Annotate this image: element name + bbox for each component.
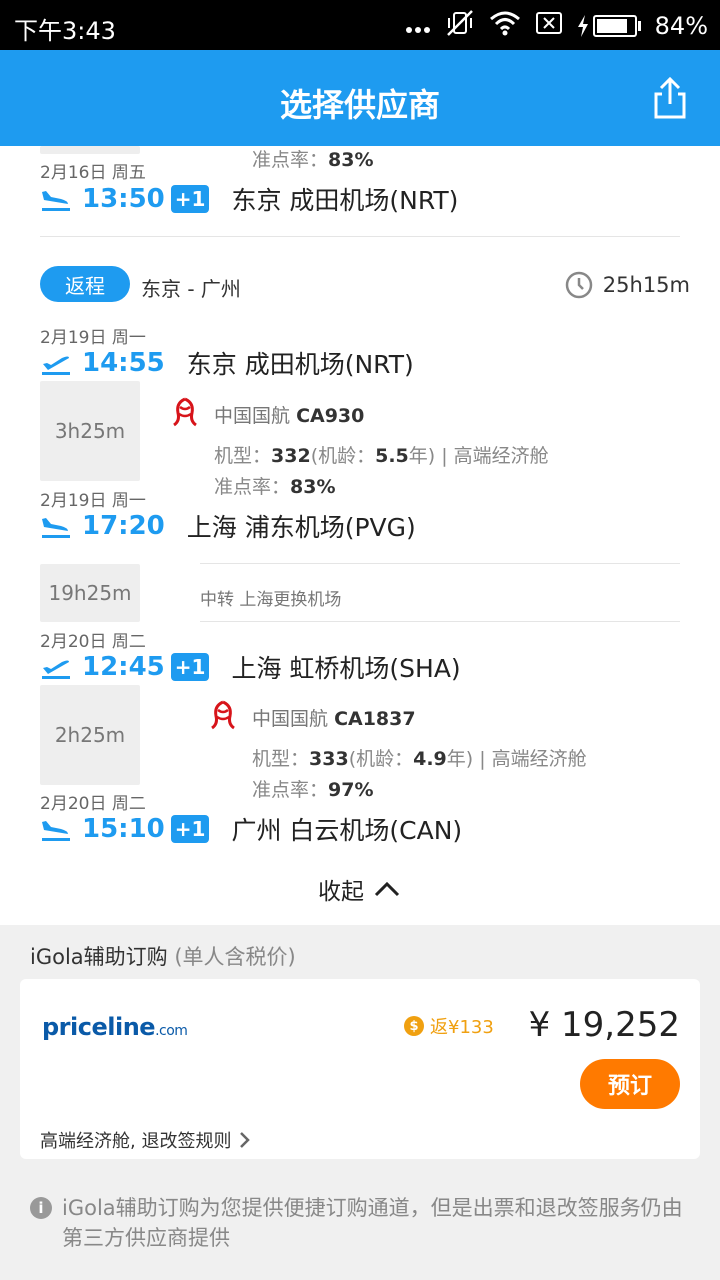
day-offset-badge: +1 — [170, 815, 210, 843]
divider — [200, 621, 680, 622]
seg2-dep-row: 12:45 +1 上海 虹桥机场(SHA) — [40, 649, 461, 685]
seg1-aircraft: 机型：332(机龄：5.5年) | 高端经济舱 — [214, 445, 549, 467]
status-bar: 下午3:43 84% — [0, 0, 720, 50]
vendor-price: ¥ 19,252 — [528, 1005, 680, 1045]
seg2-aircraft: 机型：333(机龄：4.9年) | 高端经济舱 — [252, 748, 587, 770]
booking-section-title: iGola辅助订购 (单人含税价) — [30, 945, 296, 969]
page-title: 选择供应商 — [279, 86, 440, 124]
plane-landing-icon — [42, 191, 70, 211]
seg2-dep-time: 12:45 — [82, 652, 165, 682]
return-tag: 返程 — [40, 266, 130, 302]
seg1-airline: 中国国航 CA930 — [214, 405, 365, 427]
collapse-label: 收起 — [318, 879, 364, 905]
seg1-ontime: 准点率：83% — [214, 476, 336, 498]
seg2-dep-airport: 上海 虹桥机场(SHA) — [231, 654, 461, 683]
outbound-arrival-airport: 东京 成田机场(NRT) — [231, 186, 459, 215]
book-button[interactable]: 预订 — [580, 1059, 680, 1109]
vibrate-off-icon — [445, 9, 475, 43]
outbound-ontime: 准点率：83% — [252, 149, 374, 171]
seg1-dep-airport: 东京 成田机场(NRT) — [186, 350, 414, 379]
fare-rules-link[interactable]: 高端经济舱, 退改签规则 — [40, 1127, 251, 1153]
air-china-logo-icon — [173, 397, 197, 427]
priceline-logo: priceline.com — [42, 1013, 188, 1041]
transfer-note: 中转 上海更换机场 — [200, 590, 342, 610]
vendor-card[interactable]: priceline.com $ 返¥133 ¥ 19,252 预订 高端经济舱,… — [20, 979, 700, 1159]
collapse-button[interactable]: 收起 — [318, 872, 400, 906]
booking-notice: i iGola辅助订购为您提供便捷订购通道，但是出票和退改签服务仍由第三方供应商… — [30, 1193, 690, 1253]
seg1-arr-airport: 上海 浦东机场(PVG) — [186, 513, 416, 542]
day-offset-badge: +1 — [170, 185, 210, 213]
air-china-logo-icon — [211, 700, 235, 730]
booking-section: iGola辅助订购 (单人含税价) priceline.com $ 返¥133 … — [0, 925, 720, 1280]
seg1-arr-time: 17:20 — [82, 511, 165, 541]
more-dots-icon — [405, 12, 431, 40]
chevron-up-icon — [374, 881, 400, 897]
divider — [40, 236, 680, 237]
seg2-arr-airport: 广州 白云机场(CAN) — [231, 816, 463, 845]
plane-landing-icon — [42, 821, 70, 841]
battery-icon — [577, 15, 641, 37]
coin-icon: $ — [404, 1016, 424, 1036]
seg2-arr-row: 15:10 +1 广州 白云机场(CAN) — [40, 811, 462, 847]
cashback-badge: $ 返¥133 — [404, 1013, 494, 1039]
info-icon: i — [30, 1197, 52, 1219]
seg2-duration: 2h25m — [40, 685, 140, 785]
divider — [200, 563, 680, 564]
plane-landing-icon — [42, 518, 70, 538]
return-route: 东京 - 广州 — [141, 277, 241, 301]
seg1-duration: 3h25m — [40, 381, 140, 481]
seg1-dep-row: 14:55 东京 成田机场(NRT) — [40, 345, 414, 381]
seg1-dep-time: 14:55 — [82, 348, 165, 378]
total-duration: 25h15m — [565, 271, 690, 299]
plane-takeoff-icon — [42, 356, 70, 375]
outbound-arrival-row: 13:50 +1 东京 成田机场(NRT) — [40, 181, 458, 217]
plane-takeoff-icon — [42, 660, 70, 679]
wifi-icon — [489, 10, 521, 42]
app-bar: 选择供应商 — [0, 50, 720, 146]
no-sim-icon — [535, 11, 563, 41]
status-icons: 84% — [405, 9, 708, 43]
status-time: 下午3:43 — [14, 17, 116, 45]
clock-icon — [565, 271, 593, 299]
seg2-ontime: 准点率：97% — [252, 779, 374, 801]
share-icon — [654, 76, 686, 119]
seg2-arr-time: 15:10 — [82, 814, 165, 844]
battery-fill — [596, 19, 627, 33]
outbound-arrival-date: 2月16日 周五 — [40, 163, 146, 183]
day-offset-badge: +1 — [170, 653, 210, 681]
duration-box-partial — [40, 146, 140, 154]
battery-percent: 84% — [654, 12, 708, 40]
outbound-arrival-time: 13:50 — [82, 184, 165, 214]
seg1-arr-row: 17:20 上海 浦东机场(PVG) — [40, 508, 416, 544]
transfer-duration: 19h25m — [40, 564, 140, 622]
chevron-right-icon — [240, 1132, 251, 1148]
seg2-airline: 中国国航 CA1837 — [252, 708, 416, 730]
share-button[interactable] — [650, 76, 690, 120]
